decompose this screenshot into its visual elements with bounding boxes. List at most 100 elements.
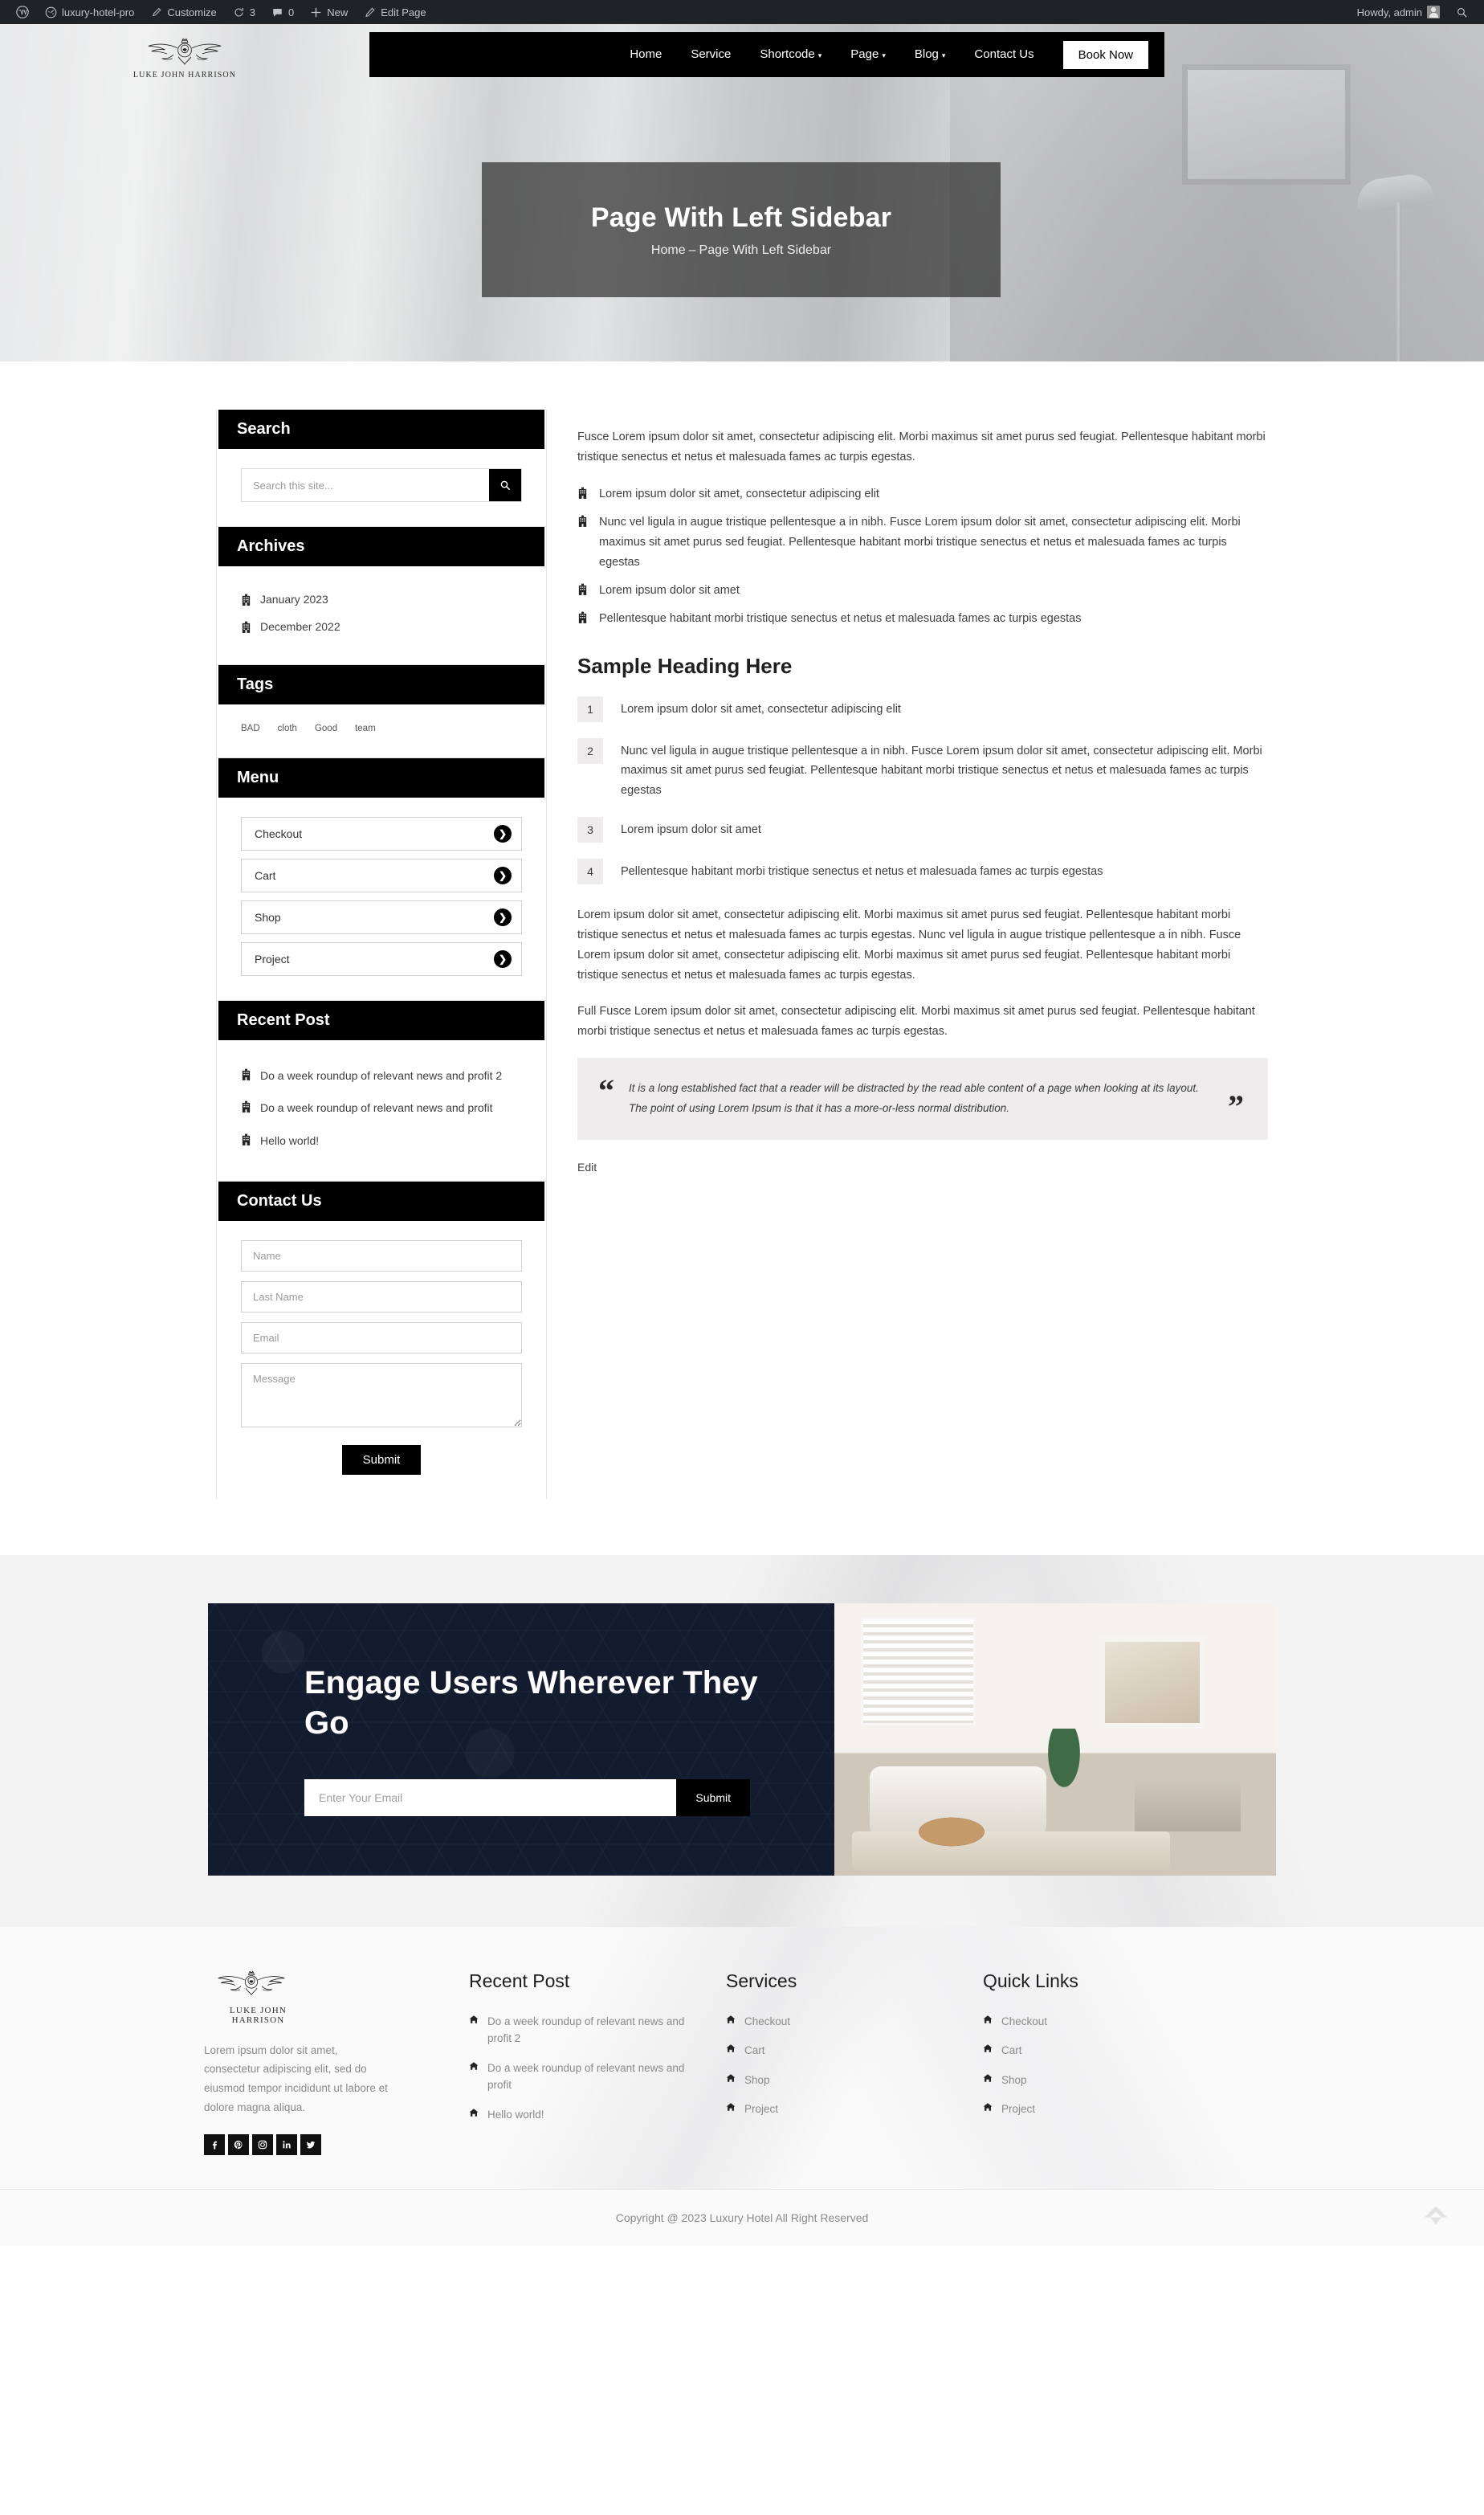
building-icon — [578, 611, 587, 623]
tag-item[interactable]: team — [355, 724, 376, 733]
home-icon — [726, 2074, 736, 2082]
twitter-icon[interactable] — [300, 2134, 321, 2156]
instagram-icon[interactable] — [252, 2134, 273, 2156]
chevron-right-circle-icon: ❯ — [494, 825, 512, 843]
intro-paragraph: Fusce Lorem ipsum dolor sit amet, consec… — [577, 431, 1266, 463]
footer-quick-links-list: Checkout Cart Shop Project — [983, 2013, 1256, 2118]
home-icon — [983, 2044, 993, 2053]
tag-item[interactable]: BAD — [241, 724, 260, 733]
page-banner: Page With Left Sidebar Home – Page With Le… — [482, 162, 1001, 297]
list-item[interactable]: Hello world! — [241, 1125, 522, 1157]
edit-page-button[interactable]: Edit Page — [356, 0, 434, 24]
message-field[interactable] — [241, 1362, 522, 1427]
list-item[interactable]: January 2023 — [241, 586, 522, 613]
home-icon — [726, 2044, 736, 2053]
facebook-icon[interactable] — [204, 2134, 225, 2156]
edit-link[interactable]: Edit — [577, 1161, 597, 1174]
linkedin-icon[interactable] — [276, 2134, 297, 2156]
blockquote: “ It is a long established fact that a r… — [577, 1057, 1268, 1140]
comments-button[interactable]: 0 — [263, 0, 302, 24]
footer-link-label: Checkout — [1001, 2015, 1048, 2027]
email-field[interactable] — [241, 1321, 522, 1353]
footer-brand-name: LUKE JOHN HARRISON — [230, 2005, 287, 2025]
menu-item-shop[interactable]: Shop ❯ — [241, 900, 522, 934]
archives-list: January 2023 December 2022 — [241, 586, 522, 640]
search-icon — [1457, 7, 1467, 17]
widget-recent-post: Recent Post Do a week roundup of relevan… — [217, 1001, 546, 1182]
winged-crest-logo — [218, 1970, 285, 1995]
list-item[interactable]: Checkout — [726, 2013, 959, 2031]
tag-item[interactable]: cloth — [278, 724, 297, 733]
footer-recent-list: Do a week roundup of relevant news and p… — [469, 2013, 702, 2124]
search-submit-button[interactable] — [489, 469, 521, 501]
list-item[interactable]: Project — [983, 2101, 1256, 2118]
list-item[interactable]: Do a week roundup of relevant news and p… — [469, 2013, 702, 2048]
site-logo[interactable]: LUKE JOHN HARRISON — [0, 30, 369, 80]
pinterest-icon[interactable] — [228, 2134, 249, 2156]
list-item[interactable]: Do a week roundup of relevant news and p… — [241, 1092, 522, 1124]
search-input[interactable] — [242, 469, 489, 501]
building-icon — [578, 515, 587, 527]
nav-item-home[interactable]: Home — [615, 32, 676, 77]
contact-submit-button[interactable]: Submit — [341, 1444, 422, 1475]
scroll-to-top-button[interactable] — [1420, 2200, 1452, 2236]
list-item[interactable]: Project — [726, 2101, 959, 2118]
wp-logo-button[interactable] — [8, 0, 37, 24]
building-icon — [242, 1068, 251, 1080]
list-item[interactable]: Do a week roundup of relevant news and p… — [469, 2060, 702, 2094]
nav-item-contact-us[interactable]: Contact Us — [960, 32, 1048, 77]
footer-link-label: Checkout — [744, 2015, 791, 2027]
newsletter-submit-button[interactable]: Submit — [676, 1778, 750, 1816]
dashboard-icon — [45, 6, 57, 18]
breadcrumb-home[interactable]: Home — [651, 243, 686, 257]
last-name-field[interactable] — [241, 1280, 522, 1313]
main-navigation: Home Service Shortcode ▾ Page ▾ Blog ▾ C… — [369, 32, 1164, 77]
newsletter-email-input[interactable] — [304, 1778, 677, 1816]
list-text: Nunc vel ligula in augue tristique pelle… — [621, 744, 1262, 798]
body-paragraph-2: Full Fusce Lorem ipsum dolor sit amet, c… — [577, 1005, 1255, 1038]
list-text: Lorem ipsum dolor sit amet, consectetur … — [621, 702, 901, 716]
admin-search-button[interactable] — [1448, 0, 1476, 24]
list-item: 1 Lorem ipsum dolor sit amet, consectetu… — [577, 696, 1268, 722]
menu-item-project[interactable]: Project ❯ — [241, 942, 522, 976]
list-item[interactable]: Cart — [726, 2042, 959, 2060]
footer-logo[interactable]: LUKE JOHN HARRISON — [204, 1970, 445, 2025]
list-item[interactable]: Shop — [726, 2072, 959, 2089]
building-icon — [242, 594, 251, 606]
arrow-up-icon — [1425, 2206, 1447, 2225]
newsletter-panel: Engage Users Wherever They Go Submit — [208, 1603, 834, 1876]
new-content-button[interactable]: New — [302, 0, 356, 24]
footer-services-list: Checkout Cart Shop Project — [726, 2013, 959, 2118]
nav-item-shortcode[interactable]: Shortcode ▾ — [745, 32, 836, 77]
name-field[interactable] — [241, 1239, 522, 1272]
updates-button[interactable]: 3 — [225, 0, 263, 24]
nav-item-service[interactable]: Service — [676, 32, 745, 77]
tag-item[interactable]: Good — [315, 724, 337, 733]
book-now-button[interactable]: Book Now — [1062, 40, 1148, 69]
my-account-button[interactable]: Howdy, admin — [1349, 0, 1448, 24]
list-item[interactable]: Cart — [983, 2042, 1256, 2060]
site-header: LUKE JOHN HARRISON Home Service Shortcod… — [0, 24, 1484, 85]
nav-item-page[interactable]: Page ▾ — [836, 32, 900, 77]
home-icon — [983, 2015, 993, 2023]
search-icon — [500, 480, 511, 491]
menu-item-cart[interactable]: Cart ❯ — [241, 859, 522, 892]
list-item[interactable]: December 2022 — [241, 613, 522, 640]
list-item[interactable]: Shop — [983, 2072, 1256, 2089]
footer-link-label: Do a week roundup of relevant news and p… — [487, 2061, 685, 2092]
plus-icon — [311, 7, 321, 17]
list-item[interactable]: Hello world! — [469, 2106, 702, 2124]
new-label: New — [327, 6, 349, 18]
list-item[interactable]: Do a week roundup of relevant news and p… — [241, 1059, 522, 1092]
customize-button[interactable]: Customize — [142, 0, 224, 24]
widget-title-archives: Archives — [218, 527, 544, 566]
menu-item-checkout[interactable]: Checkout ❯ — [241, 817, 522, 851]
copyright-bar: Copyright @ 2023 Luxury Hotel All Right … — [0, 2189, 1484, 2247]
newsletter-inner: Engage Users Wherever They Go Submit — [208, 1602, 1276, 1876]
list-item[interactable]: Checkout — [983, 2013, 1256, 2031]
widget-title-recent-post: Recent Post — [218, 1001, 544, 1040]
archive-label: December 2022 — [260, 620, 340, 633]
site-name-button[interactable]: luxury-hotel-pro — [37, 0, 142, 24]
nav-item-blog[interactable]: Blog ▾ — [900, 32, 960, 77]
recent-post-list: Do a week roundup of relevant news and p… — [241, 1059, 522, 1157]
